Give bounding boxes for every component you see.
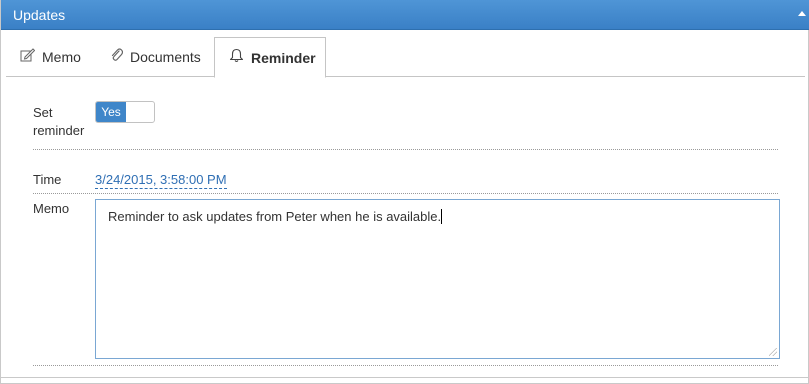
- reminder-tab-content: Set reminder Yes Time 3/24/2015, 3:58:00…: [6, 77, 805, 377]
- tab-documents[interactable]: Documents: [110, 37, 201, 77]
- set-reminder-label: Set reminder: [33, 105, 85, 138]
- set-reminder-toggle[interactable]: Yes: [95, 101, 155, 123]
- panel-header[interactable]: Updates: [1, 0, 809, 30]
- time-picker-link[interactable]: 3/24/2015, 3:58:00 PM: [95, 172, 227, 189]
- memo-textarea[interactable]: Reminder to ask updates from Peter when …: [95, 199, 780, 359]
- memo-text: Reminder to ask updates from Peter when …: [108, 209, 442, 224]
- memo-label: Memo: [33, 201, 70, 216]
- resize-grip-icon[interactable]: [769, 348, 777, 356]
- paperclip-icon: [110, 37, 124, 77]
- toggle-on-label: Yes: [96, 102, 126, 122]
- tab-reminder-label: Reminder: [251, 50, 316, 66]
- pencil-icon: [20, 37, 36, 77]
- panel-bottom-border: [1, 377, 809, 378]
- divider: [33, 193, 778, 194]
- tab-documents-label: Documents: [130, 49, 201, 65]
- tab-memo[interactable]: Memo: [20, 37, 81, 77]
- bell-icon: [229, 38, 244, 78]
- collapse-arrow-icon[interactable]: [798, 11, 806, 16]
- divider: [33, 149, 778, 150]
- text-caret: [441, 209, 443, 224]
- time-label: Time: [33, 172, 62, 187]
- divider: [33, 365, 778, 366]
- tab-strip: Memo Documents Reminder: [6, 37, 805, 78]
- updates-panel: Updates Memo Documents Reminder Set remi…: [0, 0, 809, 384]
- tab-memo-label: Memo: [42, 49, 81, 65]
- panel-title: Updates: [13, 7, 66, 23]
- tab-reminder[interactable]: Reminder: [214, 37, 326, 78]
